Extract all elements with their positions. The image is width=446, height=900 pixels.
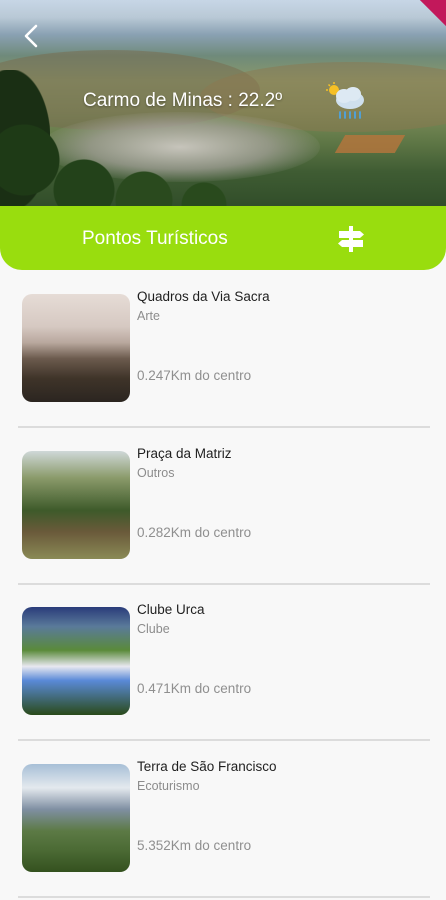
list-item[interactable]: Clube Urca Clube 0.471Km do centro xyxy=(18,583,430,741)
list-item[interactable]: Quadros da Via Sacra Arte 0.247Km do cen… xyxy=(18,270,430,428)
place-name: Terra de São Francisco xyxy=(137,759,277,774)
place-thumbnail xyxy=(22,764,130,872)
partly-sunny-rain-icon xyxy=(326,82,364,119)
weather-title: Carmo de Minas : 22.2º xyxy=(83,90,283,111)
section-title: Pontos Turísticos xyxy=(82,228,228,249)
back-button[interactable] xyxy=(18,22,46,50)
place-name: Quadros da Via Sacra xyxy=(137,289,270,304)
place-distance: 0.247Km do centro xyxy=(137,368,252,383)
section-banner: Pontos Turísticos xyxy=(0,206,446,270)
place-thumbnail xyxy=(22,294,130,402)
list-item[interactable]: Praça da Matriz Outros 0.282Km do centro xyxy=(18,427,430,585)
place-distance: 0.471Km do centro xyxy=(137,681,252,696)
field-shape xyxy=(334,135,406,153)
list-item[interactable]: Terra de São Francisco Ecoturismo 5.352K… xyxy=(18,740,430,898)
place-name: Clube Urca xyxy=(137,602,205,617)
place-category: Clube xyxy=(137,622,170,636)
place-category: Ecoturismo xyxy=(137,779,200,793)
place-distance: 5.352Km do centro xyxy=(137,838,252,853)
place-category: Outros xyxy=(137,466,175,480)
place-thumbnail xyxy=(22,607,130,715)
trees-shape xyxy=(0,120,240,215)
place-name: Praça da Matriz xyxy=(137,446,232,461)
place-category: Arte xyxy=(137,309,160,323)
header-image: Carmo de Minas : 22.2º xyxy=(0,0,446,215)
chevron-left-icon xyxy=(24,24,38,48)
signpost-icon xyxy=(338,226,364,252)
place-thumbnail xyxy=(22,451,130,559)
debug-ribbon xyxy=(407,0,446,31)
place-distance: 0.282Km do centro xyxy=(137,525,252,540)
